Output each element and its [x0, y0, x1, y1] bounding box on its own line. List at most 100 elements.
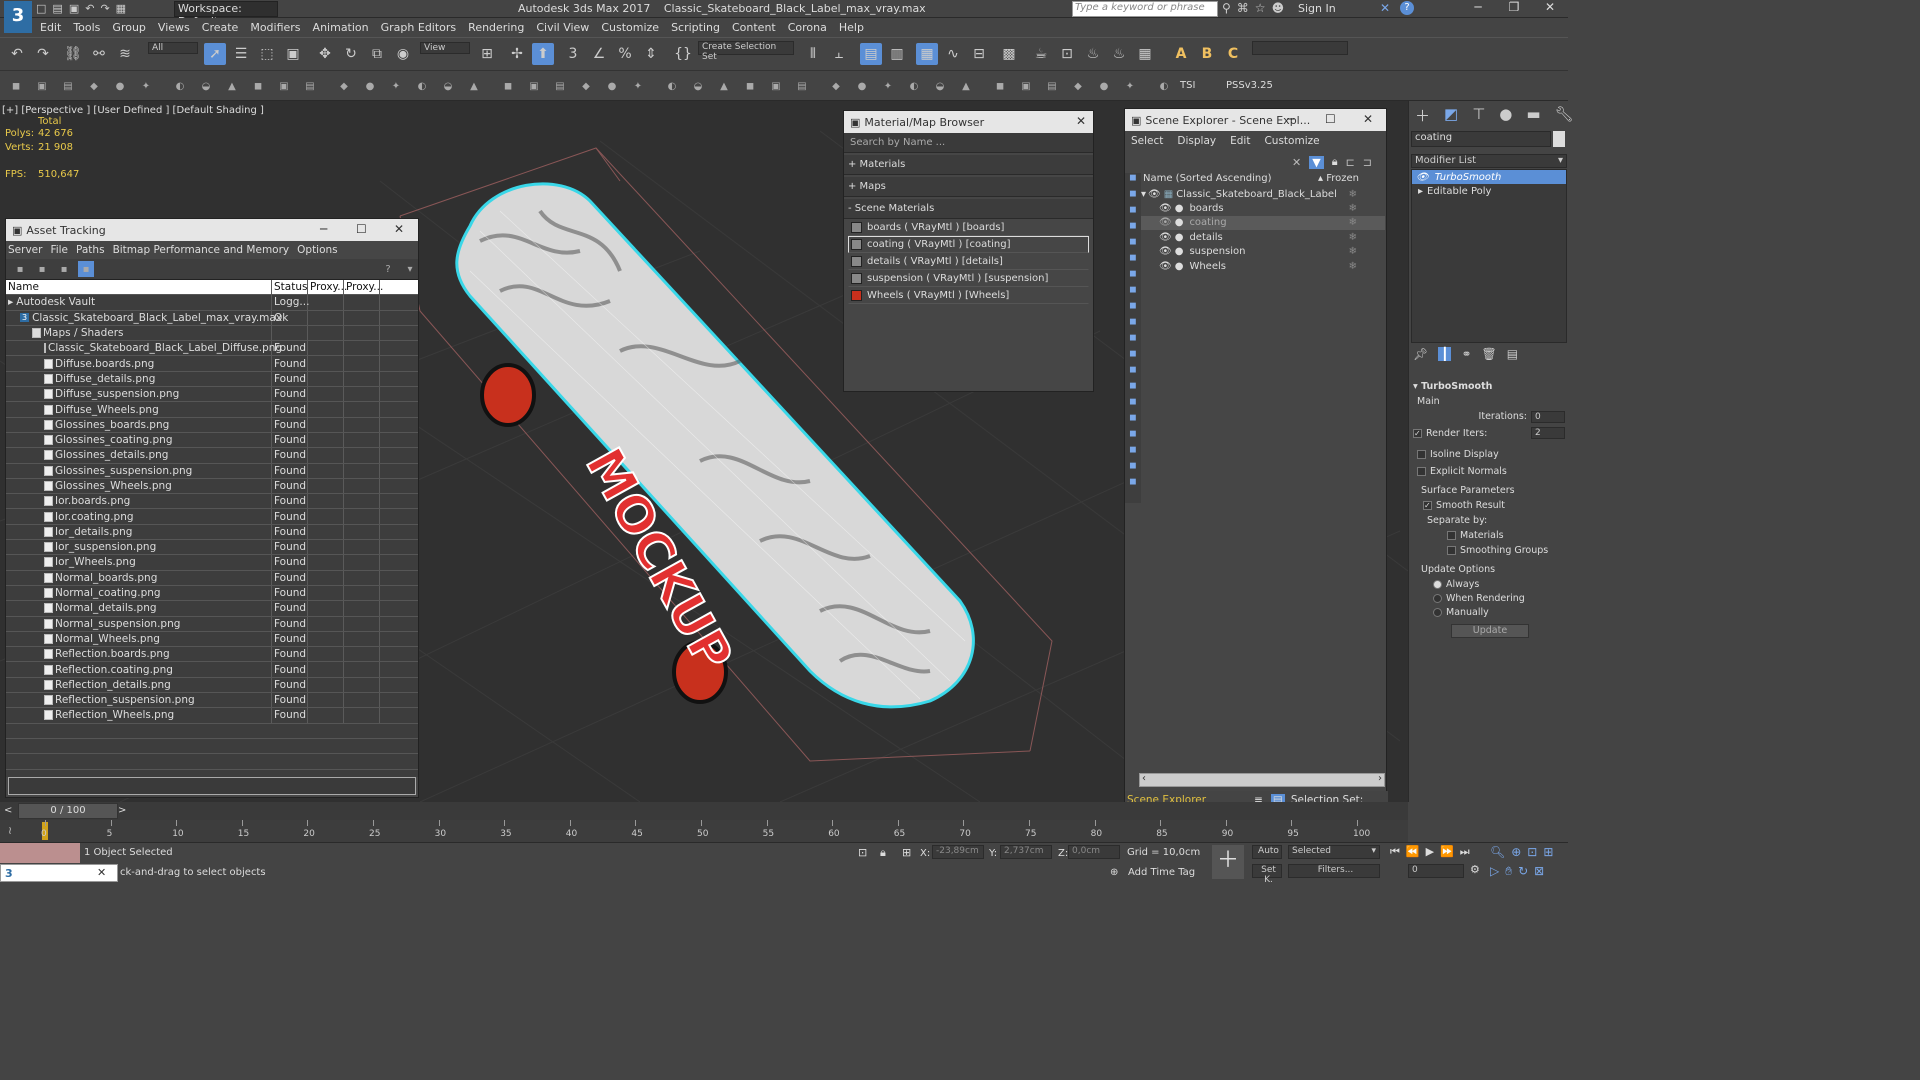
scene-menu-customize[interactable]: Customize	[1264, 135, 1319, 147]
project-icon[interactable]: ▦	[116, 2, 126, 15]
hide-selected-icon[interactable]: ▣	[34, 78, 50, 94]
list-view-icon[interactable]: ▪	[56, 261, 72, 277]
spacing-tool-icon[interactable]: ▲	[224, 78, 240, 94]
frozen-snowflake-icon[interactable]: ❄	[1349, 261, 1357, 272]
asset-row[interactable]: Normal_details.png Found	[6, 601, 418, 617]
asset-row[interactable]: Glossines_boards.png Found	[6, 417, 418, 433]
symmetry-icon[interactable]: ●	[1096, 78, 1112, 94]
toolbar-extra-dropdown[interactable]	[1252, 41, 1348, 55]
script-close-icon[interactable]: ✕	[97, 866, 106, 879]
iterations-spinner[interactable]: 0	[1531, 411, 1565, 423]
key-filters-button[interactable]: Filters...	[1288, 864, 1380, 878]
scene-object-row[interactable]: 👁︎ ● details ❄	[1141, 230, 1385, 245]
helper-icon[interactable]: ◆	[578, 78, 594, 94]
display-filter-icon[interactable]: ◼	[1125, 269, 1141, 285]
keyboard-shortcut-override-icon[interactable]: ⬆	[532, 43, 554, 65]
normal-align-icon[interactable]: ◒	[198, 78, 214, 94]
current-frame-spinner[interactable]: 0	[1408, 864, 1464, 878]
track-bar[interactable]: ≀ 0 5 10 15 20 25 30 35 40 45 50 55 60 65 70 75 80 85 90 95…	[0, 820, 1408, 842]
column-status[interactable]: Status	[272, 280, 308, 295]
material-item[interactable]: boards ( VRayMtl ) [boards]	[848, 219, 1089, 236]
menu-create[interactable]: Create	[202, 19, 239, 36]
pss-label[interactable]: PSSv3.25	[1226, 80, 1273, 91]
layer-properties-icon[interactable]: ✦	[138, 78, 154, 94]
add-time-tag[interactable]: Add Time Tag	[1128, 867, 1195, 878]
asset-row[interactable]: Diffuse_Wheels.png Found	[6, 402, 418, 418]
column-proxy-1[interactable]: Proxy...	[308, 280, 347, 295]
measure-icon[interactable]: ▲	[716, 78, 732, 94]
display-filter-icon[interactable]: ◼	[1125, 429, 1141, 445]
plane-icon[interactable]: ✦	[388, 78, 404, 94]
angle-snap-icon[interactable]: ∠	[588, 43, 610, 65]
pan-icon[interactable]: ✋︎	[1505, 864, 1512, 879]
visibility-eye-icon[interactable]: 👁︎	[1159, 203, 1172, 214]
display-filter-icon[interactable]: ◼	[1125, 317, 1141, 333]
asset-row[interactable]: Reflection.boards.png Found	[6, 647, 418, 663]
stack-item-turbosmooth[interactable]: 👁︎ TurboSmooth	[1412, 170, 1566, 184]
frozen-snowflake-icon[interactable]: ❄	[1349, 203, 1357, 214]
asset-menu-paths[interactable]: Paths	[76, 244, 105, 256]
material-item[interactable]: details ( VRayMtl ) [details]	[848, 253, 1089, 270]
menu-help[interactable]: Help	[839, 19, 864, 36]
unwrap-icon[interactable]: ▣	[1018, 78, 1034, 94]
cone-icon[interactable]: ◐	[414, 78, 430, 94]
filter-funnel-icon[interactable]: ▼	[1309, 155, 1324, 169]
material-item[interactable]: suspension ( VRayMtl ) [suspension]	[848, 270, 1089, 287]
always-radio[interactable]	[1433, 580, 1442, 589]
object-color-swatch[interactable]	[1553, 131, 1565, 147]
utilities-tab-icon[interactable]: 🔧︎	[1555, 105, 1574, 126]
previous-frame-icon[interactable]: ⏪	[1406, 845, 1420, 859]
scene-menu-select[interactable]: Select	[1131, 135, 1163, 147]
torus-icon[interactable]: ◒	[440, 78, 456, 94]
zoom-extents-all-icon[interactable]: ⊞	[1543, 845, 1553, 859]
menu-edit[interactable]: Edit	[40, 19, 61, 36]
box-icon[interactable]: ▤	[302, 78, 318, 94]
undo-icon[interactable]: ↶	[85, 2, 94, 15]
asset-row[interactable]: Reflection_suspension.png Found	[6, 693, 418, 709]
asset-menu-server[interactable]: Server	[8, 244, 42, 256]
visibility-eye-icon[interactable]: 👁︎	[1159, 217, 1172, 228]
camera-icon[interactable]: ▤	[552, 78, 568, 94]
motion-tab-icon[interactable]: ●	[1499, 105, 1512, 126]
grid-icon[interactable]: ▣	[768, 78, 784, 94]
sphere-icon[interactable]: ◆	[336, 78, 352, 94]
asset-path-field[interactable]	[8, 777, 416, 795]
scene-menu-display[interactable]: Display	[1177, 135, 1216, 147]
time-configuration-icon[interactable]: ⚙	[1470, 863, 1480, 876]
asset-row[interactable]: Ior_details.png Found	[6, 524, 418, 541]
hierarchy-tab-icon[interactable]: ⊤	[1472, 105, 1485, 126]
light-icon[interactable]: ▣	[526, 78, 542, 94]
snapshot-icon[interactable]: ▣	[276, 78, 292, 94]
unhide-all-icon[interactable]: ▤	[60, 78, 76, 94]
spinner-snap-icon[interactable]: ⇕	[640, 43, 662, 65]
stack-item-editable-poly[interactable]: ▸ Editable Poly	[1412, 184, 1566, 198]
material-item[interactable]: Wheels ( VRayMtl ) [Wheels]	[848, 287, 1089, 304]
options-small-icon[interactable]: ▾	[402, 261, 418, 277]
new-file-icon[interactable]: □	[36, 2, 46, 15]
asset-row[interactable]: Diffuse_details.png Found	[6, 371, 418, 388]
display-filter-icon[interactable]: ◼	[1125, 349, 1141, 365]
smooth-result-checkbox[interactable]: ✓	[1423, 501, 1432, 510]
array-icon[interactable]: ◼	[250, 78, 266, 94]
clear-filter-icon[interactable]: ✕	[1292, 156, 1301, 169]
modify-tab-icon[interactable]: ◩	[1444, 105, 1458, 126]
when-rendering-radio[interactable]	[1433, 594, 1442, 603]
select-by-name-icon[interactable]: ☰	[230, 43, 252, 65]
asset-row[interactable]: Normal_coating.png Found	[6, 585, 418, 602]
maximize-viewport-icon[interactable]: ⊠	[1534, 864, 1544, 879]
frozen-snowflake-icon[interactable]: ❄	[1349, 217, 1357, 228]
set-key-button[interactable]: Set K.	[1252, 864, 1282, 885]
asset-row[interactable]: Diffuse_suspension.png Found	[6, 387, 418, 403]
asset-row[interactable]: Reflection_details.png Found	[6, 677, 418, 694]
layer-explorer-icon[interactable]: ▥	[886, 43, 908, 65]
menu-tools[interactable]: Tools	[73, 19, 100, 36]
place-icon[interactable]: ◉	[392, 43, 414, 65]
maxscript-listener-mini[interactable]	[0, 843, 80, 863]
zoom-all-icon[interactable]: ⊕	[1511, 845, 1521, 859]
mirror-icon[interactable]: ⫴	[802, 43, 824, 65]
object-name-field[interactable]: coating	[1411, 131, 1551, 147]
asset-close-button[interactable]: ✕	[394, 222, 404, 236]
asset-minimize-button[interactable]: ─	[320, 222, 327, 236]
cap-holes-icon[interactable]: ◆	[1070, 78, 1086, 94]
scene-explorer-hscroll[interactable]: ‹ ›	[1139, 773, 1385, 787]
